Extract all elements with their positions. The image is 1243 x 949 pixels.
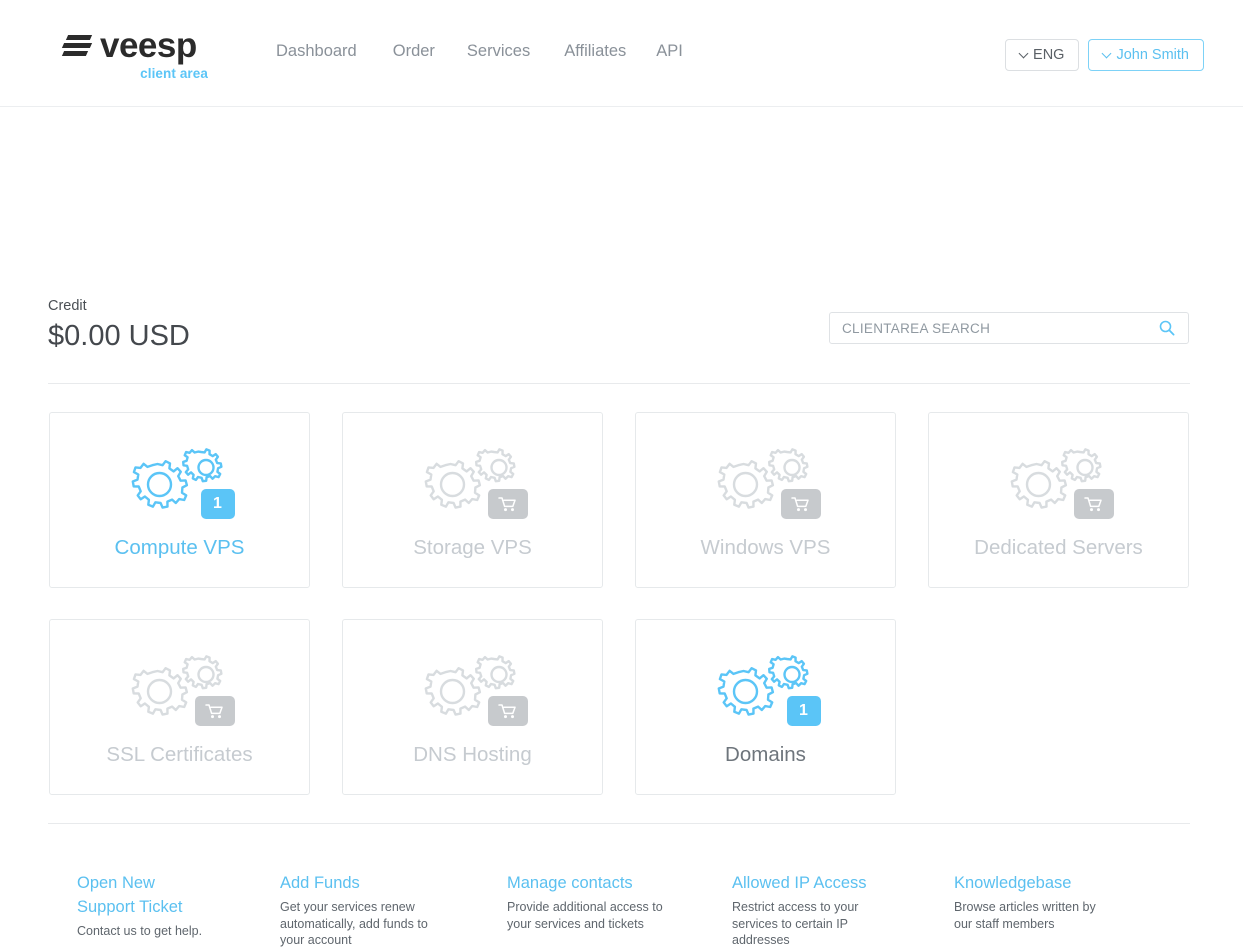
header-actions: ENG John Smith <box>1005 39 1204 71</box>
divider-bottom <box>48 823 1190 824</box>
service-card-storage-vps[interactable]: Storage VPS <box>342 412 603 588</box>
card-icon <box>121 649 239 726</box>
footer-description: Restrict access to your services to cert… <box>732 900 859 947</box>
credit-amount: $0.00 USD <box>48 320 190 352</box>
card-label: DNS Hosting <box>413 743 532 766</box>
service-card-dedicated-servers[interactable]: Dedicated Servers <box>928 412 1189 588</box>
main-nav: Dashboard Order Services Affiliates API <box>276 41 713 61</box>
cart-badge <box>194 696 235 726</box>
footer-column: Add Funds Get your services renew automat… <box>280 871 440 949</box>
site-header: veesp client area Dashboard Order Servic… <box>0 0 1243 107</box>
logo-text: veesp <box>100 26 197 65</box>
card-icon <box>1000 442 1118 519</box>
credit-block: Credit $0.00 USD <box>48 297 190 355</box>
card-icon <box>707 442 825 519</box>
service-card-windows-vps[interactable]: Windows VPS <box>635 412 896 588</box>
service-count-badge: 1 <box>786 696 821 726</box>
cart-badge <box>780 489 821 519</box>
card-label: Dedicated Servers <box>974 536 1143 559</box>
footer-description: Contact us to get help. <box>77 924 203 938</box>
cart-icon <box>1084 497 1102 512</box>
veesp-mark-icon <box>61 35 93 56</box>
card-icon <box>414 442 532 519</box>
nav-item-api[interactable]: API <box>656 41 713 61</box>
card-icon: 1 <box>707 649 825 726</box>
footer-link-open-new-support-ticket[interactable]: Open New Support Ticket <box>77 871 215 919</box>
footer-column: Manage contacts Provide additional access… <box>507 871 677 949</box>
footer-description: Get your services renew automatically, a… <box>280 900 428 947</box>
footer-link-add-funds[interactable]: Add Funds <box>280 871 430 895</box>
cart-icon <box>205 704 223 719</box>
footer-column: Open New Support Ticket Contact us to get… <box>77 871 225 949</box>
chevron-down-icon <box>1018 48 1029 58</box>
cart-icon <box>791 497 809 512</box>
footer-link-knowledgebase[interactable]: Knowledgebase <box>954 871 1114 895</box>
chevron-down-icon <box>1102 48 1112 58</box>
user-name-label: John Smith <box>1116 47 1189 63</box>
footer-link-manage-contacts[interactable]: Manage contacts <box>507 871 667 895</box>
cart-badge <box>487 696 528 726</box>
footer-link-allowed-ip-access[interactable]: Allowed IP Access <box>732 871 882 895</box>
cart-icon <box>498 497 516 512</box>
card-label: SSL Certificates <box>106 743 253 766</box>
nav-item-dashboard[interactable]: Dashboard <box>276 41 393 61</box>
search-input[interactable] <box>830 320 1159 336</box>
card-icon: 1 <box>121 442 239 519</box>
search-icon[interactable] <box>1159 320 1188 336</box>
logo[interactable]: veesp client area <box>61 26 208 81</box>
card-icon <box>414 649 532 726</box>
cart-icon <box>498 704 516 719</box>
clientarea-search[interactable] <box>829 312 1189 344</box>
credit-label: Credit <box>48 298 87 314</box>
service-count-badge: 1 <box>200 489 235 519</box>
language-selector[interactable]: ENG <box>1005 39 1080 71</box>
service-card-grid: 1 Compute VPS Storage VPS Windows VPS De… <box>49 412 1190 795</box>
language-label: ENG <box>1033 47 1065 63</box>
quick-links-footer: Open New Support Ticket Contact us to get… <box>0 871 1243 949</box>
footer-column: Knowledgebase Browse articles written by … <box>954 871 1124 949</box>
cart-badge <box>1073 489 1114 519</box>
card-label: Compute VPS <box>114 536 245 559</box>
card-label: Windows VPS <box>700 536 831 559</box>
service-card-compute-vps[interactable]: 1 Compute VPS <box>49 412 310 588</box>
footer-description: Browse articles written by our staff mem… <box>954 900 1096 931</box>
service-card-domains[interactable]: 1 Domains <box>635 619 896 795</box>
card-label: Domains <box>725 743 806 766</box>
service-card-dns-hosting[interactable]: DNS Hosting <box>342 619 603 795</box>
divider-top <box>48 383 1190 384</box>
service-card-ssl-certificates[interactable]: SSL Certificates <box>49 619 310 795</box>
user-menu-button[interactable]: John Smith <box>1088 39 1204 71</box>
nav-item-order[interactable]: Order <box>393 41 467 61</box>
nav-item-services[interactable]: Services <box>467 41 564 61</box>
nav-item-affiliates[interactable]: Affiliates <box>564 41 656 61</box>
footer-column: Allowed IP Access Restrict access to your… <box>732 871 892 949</box>
footer-description: Provide additional access to your servic… <box>507 900 663 931</box>
cart-badge <box>487 489 528 519</box>
card-label: Storage VPS <box>413 536 532 559</box>
logo-subtitle: client area <box>140 66 208 81</box>
